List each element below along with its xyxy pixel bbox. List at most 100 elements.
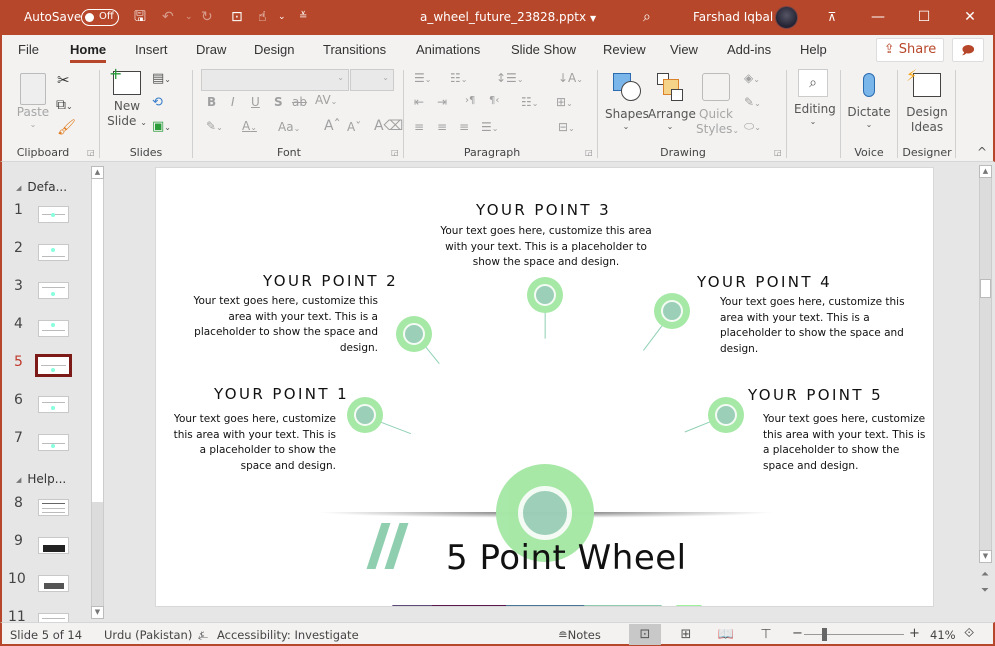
strikethrough-icon[interactable]: ab	[292, 95, 307, 109]
slide-scrollbar[interactable]	[979, 165, 992, 563]
tab-insert[interactable]: Insert	[135, 42, 168, 57]
point-5-body[interactable]: Your text goes here, customize this area…	[763, 412, 933, 474]
text-direction-icon[interactable]: ↓A⌄	[558, 71, 583, 85]
point-2-node[interactable]	[396, 316, 432, 352]
section-icon[interactable]: ▣⌄	[152, 119, 171, 134]
decrease-indent-icon[interactable]: ⇤	[414, 95, 424, 109]
share-button[interactable]: ⇪ Share	[876, 38, 944, 62]
rtl-icon[interactable]: ¶‹	[489, 95, 499, 106]
user-name[interactable]: Farshad Iqbal	[693, 10, 773, 24]
slide-thumbnail-8[interactable]	[38, 499, 69, 516]
tab-animations[interactable]: Animations	[416, 42, 480, 57]
undo-dropdown-icon[interactable]: ⌄	[185, 8, 193, 26]
scrollbar-thumb[interactable]	[92, 181, 103, 502]
ribbon-display-icon[interactable]: ⊼	[820, 6, 844, 28]
font-launcher-icon[interactable]: ◲	[391, 148, 399, 157]
undo-icon[interactable]: ↶	[162, 8, 174, 26]
search-icon[interactable]: ⌕	[643, 8, 651, 26]
present-icon[interactable]: ⊡	[231, 8, 243, 26]
zoom-slider-track[interactable]	[804, 634, 904, 635]
language[interactable]: Urdu (Pakistan)	[104, 628, 192, 642]
tab-slide-show[interactable]: Slide Show	[511, 42, 576, 57]
slide-title[interactable]: 5 Point Wheel	[446, 538, 687, 578]
slide-sorter-button[interactable]: ⊞	[670, 624, 702, 645]
arrange-button[interactable]: Arrange ⌄	[648, 73, 696, 131]
redo-icon[interactable]: ↻	[201, 8, 213, 26]
columns-icon[interactable]: ☷⌄	[521, 95, 538, 109]
design-ideas-button[interactable]: ⚡ Design Ideas	[904, 66, 950, 135]
tab-home[interactable]: Home	[70, 42, 107, 63]
point-1-heading[interactable]: YOUR POINT 1	[214, 385, 349, 403]
previous-slide-icon[interactable]: ⏶	[981, 569, 989, 580]
point-5-heading[interactable]: YOUR POINT 5	[748, 386, 883, 404]
accessibility-status[interactable]: Accessibility: Investigate	[217, 628, 359, 642]
zoom-slider-thumb[interactable]	[822, 628, 827, 641]
point-3-body[interactable]: Your text goes here, customize this area…	[426, 224, 666, 271]
font-color-icon[interactable]: A⌄	[242, 119, 257, 133]
drawing-launcher-icon[interactable]: ◲	[774, 148, 782, 157]
slide-thumbnail-7[interactable]	[38, 434, 69, 451]
point-2-body[interactable]: Your text goes here, customize this area…	[178, 294, 378, 356]
slide-thumbnail-4[interactable]	[38, 320, 69, 337]
scroll-up-icon[interactable]: ▲	[91, 166, 104, 179]
touch-dropdown-icon[interactable]: ⌄	[278, 8, 286, 26]
touch-mode-icon[interactable]: ☝	[258, 8, 267, 26]
point-1-node[interactable]	[347, 397, 383, 433]
slide-thumbnail-9[interactable]	[38, 537, 69, 554]
change-case-button[interactable]: Aa⌄	[278, 120, 300, 134]
shape-fill-icon[interactable]: ◈⌄	[744, 71, 760, 85]
slideshow-button[interactable]: ⊤	[750, 624, 782, 645]
point-4-body[interactable]: Your text goes here, customize this area…	[720, 295, 920, 357]
highlight-icon[interactable]: ✎⌄	[206, 119, 223, 133]
slide-thumbnail-1[interactable]	[38, 206, 69, 223]
notes-button[interactable]: ≘Notes	[558, 628, 601, 642]
tab-draw[interactable]: Draw	[196, 42, 226, 57]
justify-icon[interactable]: ☰⌄	[481, 120, 498, 134]
bullets-icon[interactable]: ☰⌄	[414, 71, 431, 85]
align-left-icon[interactable]: ≡	[414, 120, 424, 134]
copy-icon[interactable]: ⧉⌄	[56, 97, 73, 113]
font-name-select[interactable]: ⌄	[201, 69, 349, 91]
paste-button[interactable]: Paste ⌄	[16, 73, 50, 129]
point-4-node[interactable]	[654, 293, 690, 329]
slide-thumbnail-3[interactable]	[38, 282, 69, 299]
fit-to-window-icon[interactable]: ⟐	[964, 626, 974, 641]
scrollbar-thumb[interactable]	[980, 279, 991, 298]
line-spacing-icon[interactable]: ↕☰⌄	[496, 71, 524, 85]
point-5-node[interactable]	[708, 397, 744, 433]
slide-counter[interactable]: Slide 5 of 14	[10, 628, 82, 642]
close-icon[interactable]: ✕	[958, 6, 982, 28]
align-right-icon[interactable]: ≡	[459, 120, 469, 134]
dictate-button[interactable]: Dictate ⌄	[847, 71, 891, 129]
ltr-icon[interactable]: ›¶	[465, 95, 475, 106]
shapes-button[interactable]: Shapes ⌄	[605, 73, 649, 131]
avatar[interactable]	[775, 6, 798, 29]
tab-transitions[interactable]: Transitions	[323, 42, 386, 57]
reset-slide-icon[interactable]: ⟲	[152, 95, 163, 110]
point-4-heading[interactable]: YOUR POINT 4	[697, 273, 832, 291]
font-size-select[interactable]: ⌄	[350, 69, 394, 91]
decrease-font-icon[interactable]: Aˇ	[347, 120, 361, 134]
zoom-level[interactable]: 41%	[930, 628, 956, 642]
reading-view-button[interactable]: 📖	[710, 624, 742, 645]
save-icon[interactable]: 🖫	[134, 8, 146, 26]
character-spacing-icon[interactable]: AV⌄	[315, 93, 337, 107]
tab-view[interactable]: View	[670, 42, 698, 57]
shape-outline-icon[interactable]: ✎⌄	[744, 95, 761, 109]
slide-thumbnail-6[interactable]	[38, 396, 69, 413]
tab-add-ins[interactable]: Add-ins	[727, 42, 771, 57]
section-header[interactable]: Defa...	[16, 180, 67, 194]
new-slide-button[interactable]: + New Slide ⌄	[107, 64, 147, 130]
slide-thumbnail-2[interactable]	[38, 244, 69, 261]
scroll-down-icon[interactable]: ▼	[979, 550, 992, 563]
point-1-body[interactable]: Your text goes here, customize this area…	[158, 412, 336, 474]
maximize-icon[interactable]: ☐	[912, 6, 936, 28]
layout-icon[interactable]: ▤⌄	[152, 71, 171, 86]
paragraph-launcher-icon[interactable]: ◲	[585, 148, 593, 157]
increase-indent-icon[interactable]: ⇥	[437, 95, 447, 109]
autosave-toggle[interactable]: Off	[81, 9, 119, 26]
format-painter-icon[interactable]: 🖌	[57, 118, 76, 136]
section-header[interactable]: Help...	[16, 472, 66, 486]
underline-icon[interactable]: U	[251, 95, 260, 109]
normal-view-button[interactable]: ⊡	[629, 624, 661, 645]
